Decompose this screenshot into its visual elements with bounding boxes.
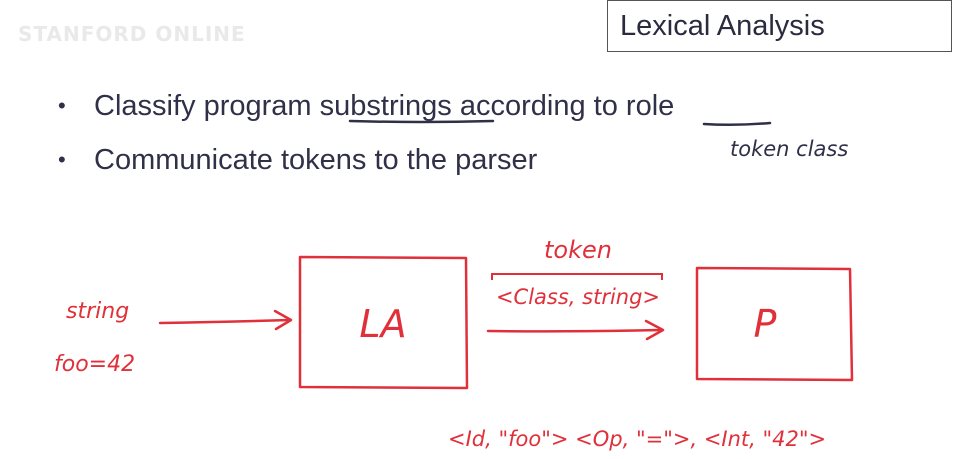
token-brace: [491, 273, 663, 280]
lexer-box-label: LA: [359, 302, 406, 346]
token-list: <Id, "foo"> <Op, "=">, <Int, "42">: [448, 427, 826, 451]
role-underline: [702, 121, 772, 127]
handwritten-annotations: token class string foo=42 LA token <Clas…: [54, 119, 854, 451]
input-label: string: [66, 299, 129, 324]
token-pair: <Class, string>: [496, 285, 660, 309]
token-arrow: [486, 328, 664, 333]
slide: STANFORD ONLINE Lexical Analysis • Class…: [0, 0, 960, 459]
input-example: foo=42: [54, 352, 135, 377]
substrings-underline: [348, 119, 495, 124]
parser-box-label: P: [754, 302, 777, 346]
role-note: token class: [730, 137, 848, 161]
input-arrow: [158, 318, 292, 325]
token-label: token: [544, 236, 612, 264]
